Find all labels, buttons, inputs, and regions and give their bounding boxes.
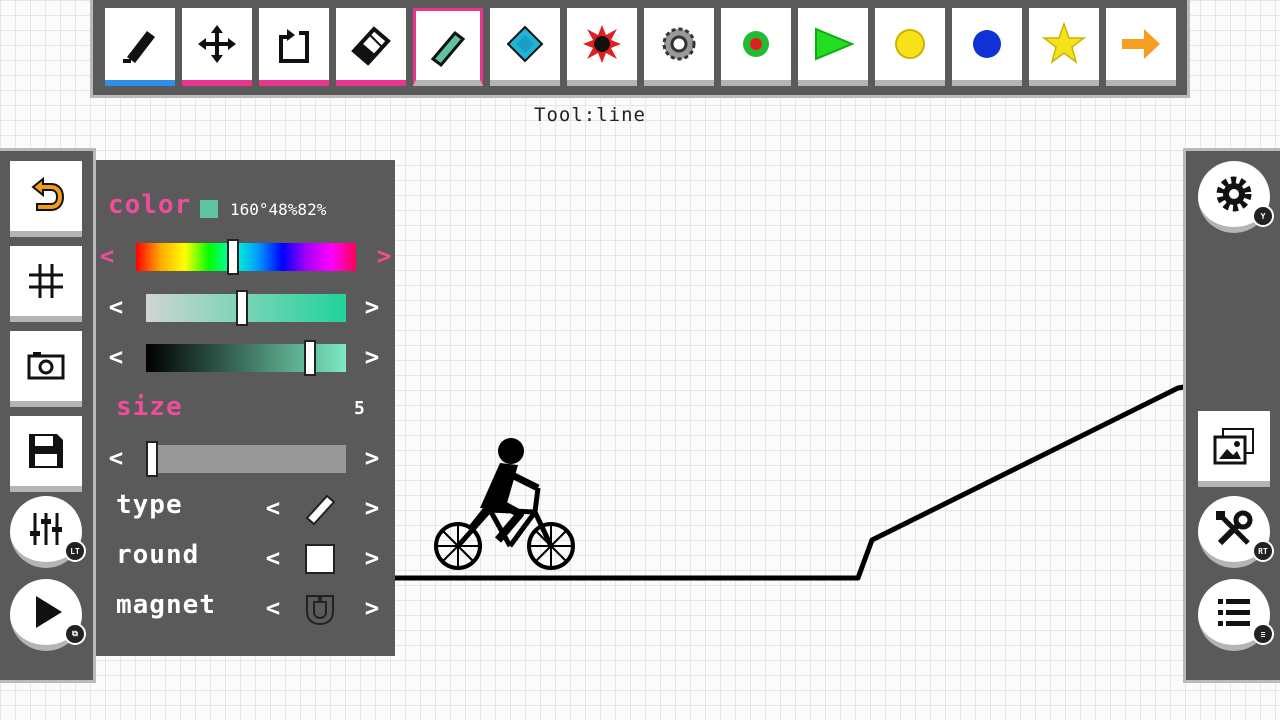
move-arrows-icon	[198, 25, 236, 63]
hue-slider[interactable]	[136, 239, 356, 275]
size-value: 5	[354, 398, 365, 419]
round-label: round	[116, 540, 200, 570]
menu-button[interactable]: ≡	[1198, 579, 1274, 651]
settings-button[interactable]: Y	[1198, 161, 1274, 233]
tool-yellow-circle[interactable]	[875, 8, 945, 86]
magnet-label: magnet	[116, 590, 216, 620]
size-increase-arrow[interactable]: >	[361, 444, 383, 472]
magnet-prev-arrow[interactable]: <	[262, 594, 284, 622]
undo-icon	[31, 176, 65, 211]
right-action-bar: Y RT ≡	[1183, 148, 1280, 683]
tool-boost[interactable]	[798, 8, 868, 86]
tool-checkpoint[interactable]	[721, 8, 791, 86]
tools-icon	[1216, 510, 1253, 546]
tool-diamond[interactable]	[490, 8, 560, 86]
tool-pen[interactable]	[105, 8, 175, 86]
play-button[interactable]: ⧉	[10, 579, 86, 651]
hue-knob[interactable]	[226, 239, 239, 275]
brightness-increase-arrow[interactable]: >	[361, 343, 383, 371]
brightness-slider[interactable]	[146, 340, 346, 376]
tool-blue-circle[interactable]	[952, 8, 1022, 86]
saturation-decrease-arrow[interactable]: <	[105, 293, 127, 321]
checkpoint-icon	[743, 31, 769, 57]
hue-decrease-arrow[interactable]: <	[96, 242, 118, 270]
rider-stickman	[467, 438, 540, 543]
round-next-arrow[interactable]: >	[361, 544, 383, 572]
brightness-decrease-arrow[interactable]: <	[105, 343, 127, 371]
star-icon	[1041, 21, 1087, 64]
blue-circle-icon	[973, 30, 1001, 58]
tool-bomb[interactable]	[567, 8, 637, 86]
saturation-increase-arrow[interactable]: >	[361, 293, 383, 321]
size-label: size	[116, 392, 183, 422]
grid-icon	[29, 264, 63, 298]
round-prev-arrow[interactable]: <	[262, 544, 284, 572]
tool-arrow[interactable]	[1106, 8, 1176, 86]
type-prev-arrow[interactable]: <	[262, 494, 284, 522]
gallery-icon	[1213, 428, 1254, 465]
hue-increase-arrow[interactable]: >	[373, 242, 395, 270]
color-value: 160°48%82%	[230, 200, 327, 219]
line-type-icon	[305, 494, 336, 526]
saw-gear-icon	[662, 27, 696, 61]
left-action-bar: LT ⧉	[0, 148, 96, 683]
orange-arrow-icon	[1122, 29, 1160, 59]
brightness-knob[interactable]	[304, 340, 316, 376]
settings-gear-icon	[1216, 176, 1252, 212]
view-badge: ⧉	[64, 623, 86, 645]
bomb-icon	[583, 25, 621, 63]
size-slider[interactable]	[146, 441, 346, 477]
magnet-option	[303, 592, 337, 626]
properties-button[interactable]: LT	[10, 496, 86, 568]
lt-badge: LT	[64, 540, 86, 562]
track-line	[358, 367, 1280, 581]
save-button[interactable]	[10, 416, 82, 492]
tool-rotate[interactable]	[259, 8, 329, 86]
tool-saw[interactable]	[644, 8, 714, 86]
tool-palette	[90, 0, 1190, 98]
type-option	[303, 492, 337, 526]
play-icon	[36, 596, 62, 628]
grid-toggle-button[interactable]	[10, 246, 82, 322]
magnet-icon	[306, 595, 334, 626]
tool-line[interactable]	[413, 8, 483, 86]
undo-button[interactable]	[10, 161, 82, 237]
type-label: type	[116, 490, 183, 520]
diamond-icon	[506, 25, 544, 63]
line-icon	[430, 30, 466, 67]
saturation-slider[interactable]	[146, 290, 346, 326]
sliders-icon	[30, 513, 62, 545]
y-badge: Y	[1252, 205, 1274, 227]
saturation-knob[interactable]	[236, 290, 248, 326]
size-decrease-arrow[interactable]: <	[105, 444, 127, 472]
rotate-icon	[279, 29, 309, 63]
rider-bike	[434, 487, 575, 570]
square-checkbox-icon	[305, 544, 335, 574]
pen-icon	[123, 31, 155, 63]
menu-list-icon	[1218, 599, 1250, 626]
size-knob[interactable]	[146, 441, 158, 477]
menu-badge: ≡	[1252, 623, 1274, 645]
tool-move[interactable]	[182, 8, 252, 86]
yellow-circle-icon	[895, 29, 925, 59]
color-swatch	[200, 200, 218, 218]
save-icon	[29, 434, 63, 468]
magnet-next-arrow[interactable]: >	[361, 594, 383, 622]
boost-arrow-icon	[815, 27, 855, 61]
type-next-arrow[interactable]: >	[361, 494, 383, 522]
screenshot-button[interactable]	[10, 331, 82, 407]
color-label: color	[108, 190, 192, 220]
tool-star[interactable]	[1029, 8, 1099, 86]
current-tool-label: Tool:line	[534, 104, 646, 126]
rt-badge: RT	[1252, 540, 1274, 562]
gallery-button[interactable]	[1198, 411, 1270, 487]
eraser-icon	[351, 26, 391, 66]
tool-eraser[interactable]	[336, 8, 406, 86]
round-option	[303, 542, 337, 576]
tools-button[interactable]: RT	[1198, 496, 1274, 568]
line-settings-panel: color 160°48%82% < > < > < > size 5 < > …	[96, 160, 395, 656]
camera-icon	[27, 352, 65, 380]
